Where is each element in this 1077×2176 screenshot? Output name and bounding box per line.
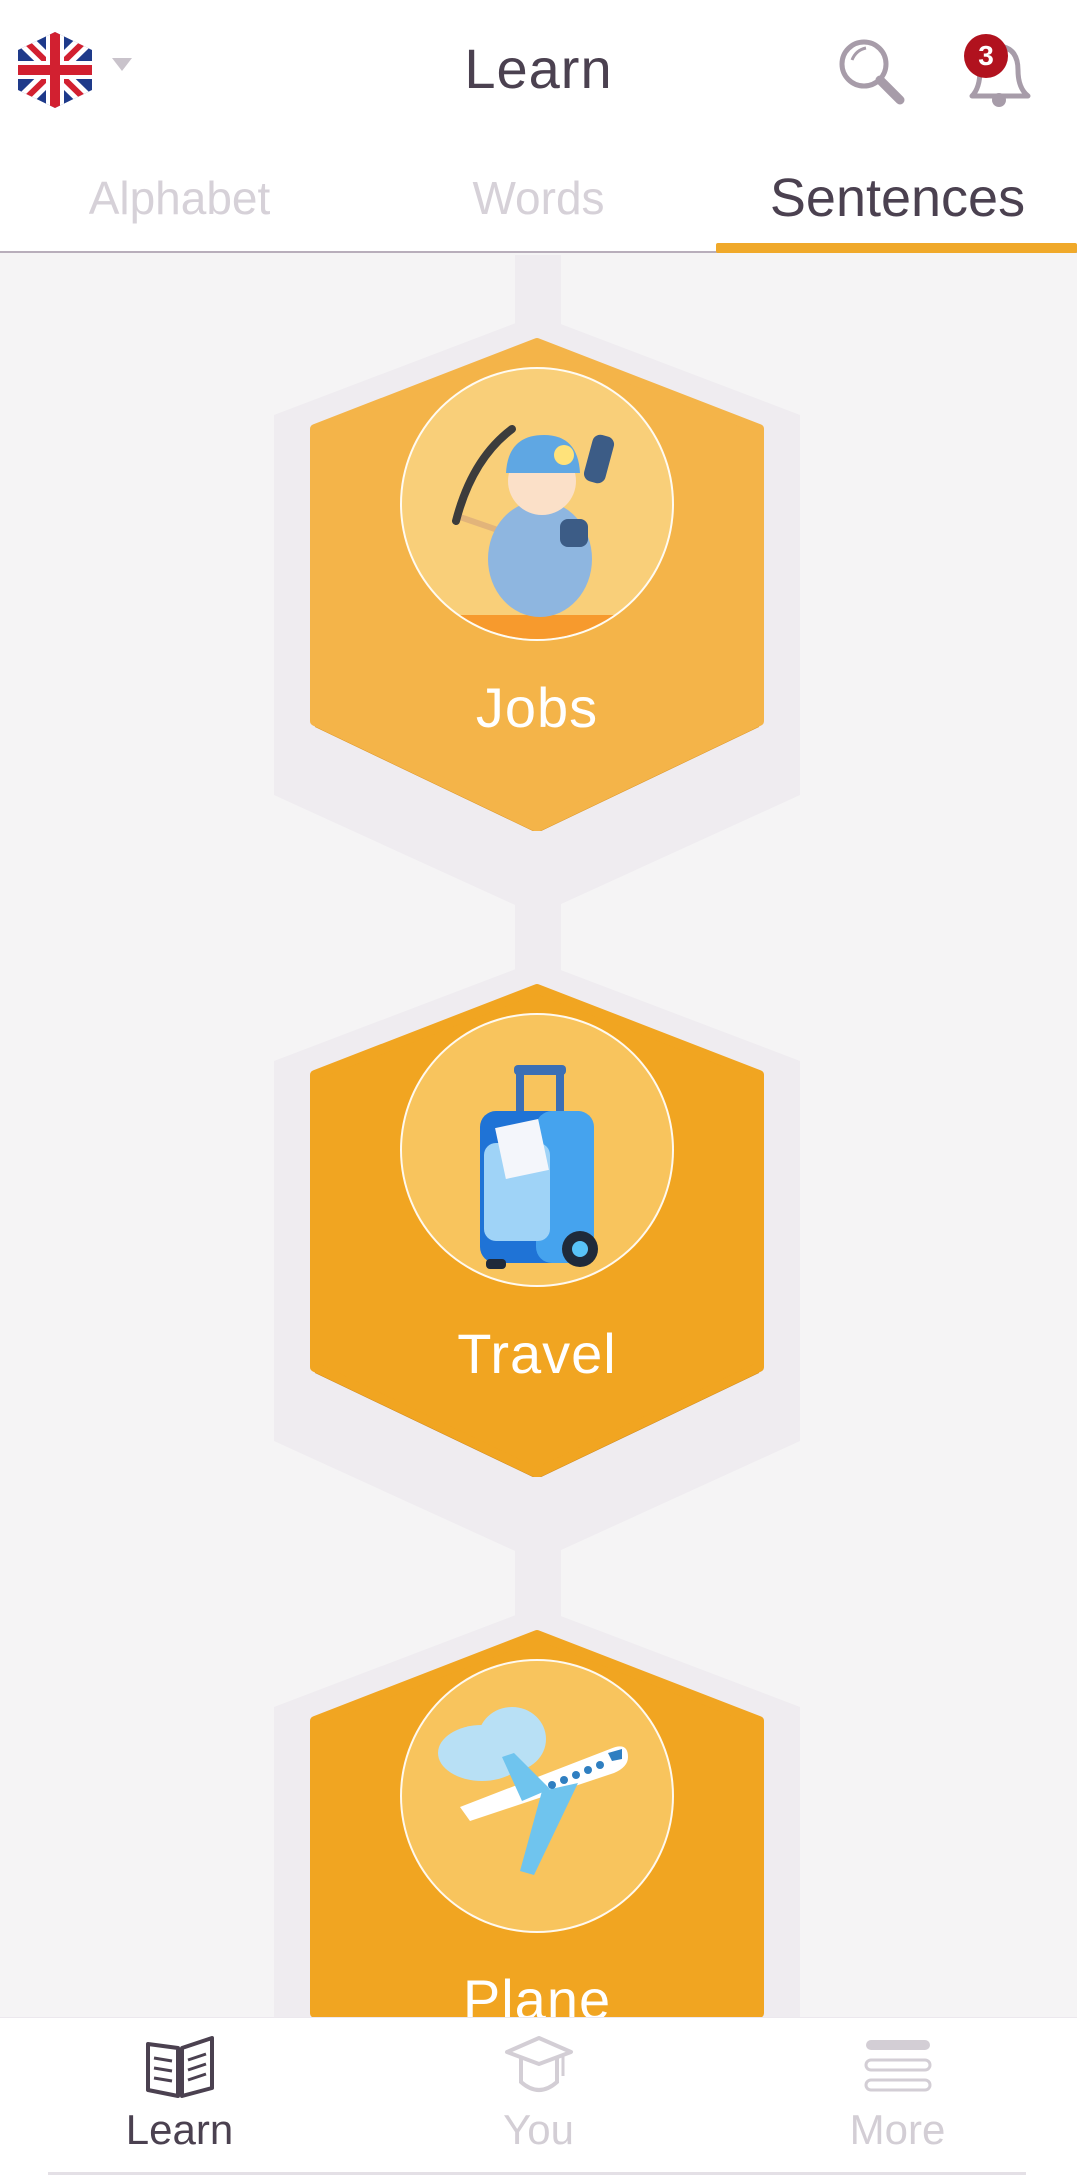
notification-badge: 3 — [964, 34, 1008, 78]
lesson-label: Travel — [457, 1322, 617, 1385]
app-screen: Learn 3 Alphabet Words Sentences Jobs Tr… — [0, 0, 1077, 2176]
nav-learn[interactable]: Learn — [0, 2034, 359, 2164]
nav-you[interactable]: You — [359, 2034, 718, 2164]
tab-bar: Alphabet Words Sentences — [0, 145, 1077, 253]
search-button[interactable] — [834, 34, 906, 106]
miner-icon — [402, 425, 672, 639]
book-icon — [146, 2036, 214, 2098]
lesson-image — [400, 367, 674, 641]
lesson-travel[interactable]: Travel — [307, 981, 767, 1477]
nav-more[interactable]: More — [718, 2034, 1077, 2164]
lesson-image — [400, 1659, 674, 1933]
nav-label: More — [849, 2106, 946, 2153]
bottom-navigation: Learn You More — [0, 2017, 1077, 2176]
airplane-icon — [438, 1707, 628, 1875]
nav-label: You — [503, 2106, 574, 2153]
tab-words[interactable]: Words — [359, 171, 718, 225]
lesson-plane[interactable]: Plane — [307, 1627, 767, 2017]
lesson-label: Jobs — [475, 676, 599, 739]
nav-label: Learn — [125, 2106, 234, 2153]
home-indicator — [48, 2172, 1026, 2175]
tab-sentences[interactable]: Sentences — [718, 167, 1077, 229]
lesson-path[interactable]: Jobs Travel Plane — [0, 255, 1077, 2017]
menu-icon — [864, 2040, 932, 2092]
lesson-image — [400, 1013, 674, 1287]
lesson-jobs[interactable]: Jobs — [307, 335, 767, 831]
active-tab-indicator — [716, 243, 1077, 253]
top-bar: Learn 3 — [0, 0, 1077, 145]
lesson-label: Plane — [462, 1968, 612, 2017]
search-icon — [839, 39, 905, 105]
page-title: Learn — [464, 37, 613, 100]
tab-alphabet[interactable]: Alphabet — [0, 171, 359, 225]
graduation-cap-icon — [505, 2036, 573, 2092]
suitcase-icon — [480, 1065, 598, 1269]
